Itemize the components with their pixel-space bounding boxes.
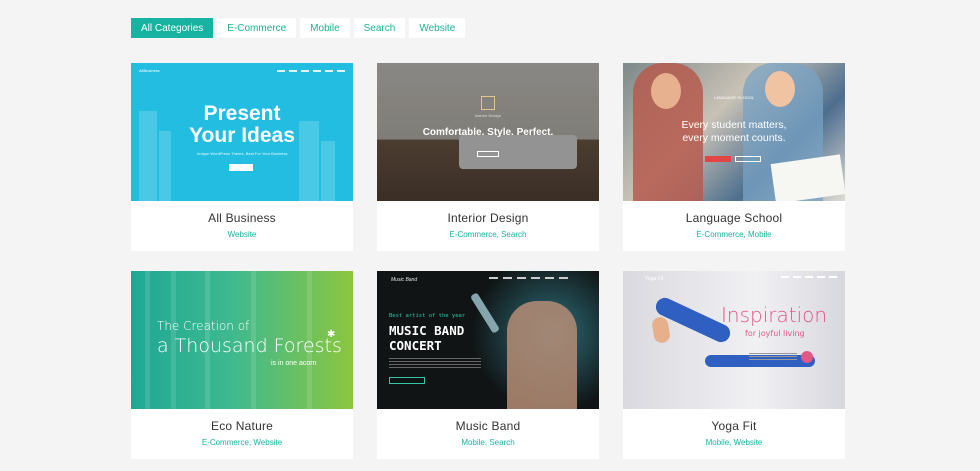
filter-website[interactable]: Website [409,18,466,38]
filter-mobile[interactable]: Mobile [300,18,350,38]
preview-headline-line: a Thousand Forests [157,335,342,357]
singer-shape [507,301,577,409]
preview-nav-links [489,277,568,279]
card-body: Language School E-Commerce, Mobile [623,201,845,251]
template-card-music-band[interactable]: Music Band Best artist of the year MUSIC… [377,271,599,459]
preview-headline: Comfortable. Style. Perfect. [422,127,554,138]
preview-nav [733,276,837,278]
template-card-language-school[interactable]: LANGUAGE SCHOOL Every student matters, e… [623,63,845,251]
template-card-interior-design[interactable]: Interior Design Comfortable. Style. Perf… [377,63,599,251]
preview-subtitle: for joyful living [745,329,805,338]
face-shape [765,71,795,107]
preview-description [749,353,797,361]
preview-headline: Present Your Ideas [131,103,353,147]
preview-description [389,358,481,368]
preview-kicker: Best artist of the year [389,313,466,319]
preview-nav-links [277,69,345,72]
category-filter-bar: All Categories E-Commerce Mobile Search … [131,18,466,38]
brand-logo-icon [481,96,495,110]
face-shape [651,73,681,109]
card-tags[interactable]: E-Commerce, Website [131,438,353,447]
preview-button [229,164,253,171]
preview-headline: Every student matters, every moment coun… [623,119,845,145]
card-title[interactable]: Interior Design [377,211,599,225]
card-title[interactable]: Music Band [377,419,599,433]
preview-logo: Music Band [391,277,418,283]
card-body: Music Band Mobile, Search [377,409,599,459]
preview-brand: Interior Design [474,113,501,118]
template-thumbnail[interactable]: Interior Design Comfortable. Style. Perf… [377,63,599,201]
card-tags[interactable]: Website [131,230,353,239]
preview-headline: MUSIC BAND CONCERT [389,323,464,353]
preview-nav-links [781,276,837,278]
preview-subtitle: is in one acorn [271,360,317,367]
card-tags[interactable]: Mobile, Search [377,438,599,447]
card-body: Interior Design E-Commerce, Search [377,201,599,251]
card-title[interactable]: All Business [131,211,353,225]
filter-all-categories[interactable]: All Categories [131,18,214,38]
template-thumbnail[interactable]: The Creation of a Thousand Forests ✱ is … [131,271,353,409]
card-body: Yoga Fit Mobile, Website [623,409,845,459]
preview-button [477,151,499,157]
building-shape [321,141,335,201]
card-title[interactable]: Yoga Fit [623,419,845,433]
preview-headline-line: Present [203,102,281,125]
preview-button [735,156,761,162]
preview-button [705,156,731,162]
preview-headline-line: MUSIC BAND [389,323,465,338]
play-button-icon [801,351,813,363]
preview-subtitle: Unique WordPress Theme, Best For Your Bu… [196,151,288,156]
preview-button [389,377,425,384]
template-card-all-business[interactable]: AllBusiness Present Your Ideas Unique Wo… [131,63,353,251]
preview-headline: Inspiration [721,303,828,327]
template-thumbnail[interactable]: Yoga Fit Inspiration for joyful living [623,271,845,409]
card-title[interactable]: Eco Nature [131,419,353,433]
filter-e-commerce[interactable]: E-Commerce [217,18,297,38]
yoga-figure-shape [650,315,672,345]
template-thumbnail[interactable]: AllBusiness Present Your Ideas Unique Wo… [131,63,353,201]
template-thumbnail[interactable]: Music Band Best artist of the year MUSIC… [377,271,599,409]
card-tags[interactable]: E-Commerce, Mobile [623,230,845,239]
card-tags[interactable]: Mobile, Website [623,438,845,447]
preview-logo: Yoga Fit [645,276,664,282]
preview-headline-line: every moment counts. [682,132,786,144]
preview-headline-line: Your Ideas [189,124,295,147]
preview-headline-line: CONCERT [389,338,442,353]
card-tags[interactable]: E-Commerce, Search [377,230,599,239]
tree-shape [145,271,150,409]
preview-headline-line: The Creation of [157,319,250,333]
template-card-yoga-fit[interactable]: Yoga Fit Inspiration for joyful living Y… [623,271,845,459]
template-card-eco-nature[interactable]: The Creation of a Thousand Forests ✱ is … [131,271,353,459]
template-thumbnail[interactable]: LANGUAGE SCHOOL Every student matters, e… [623,63,845,201]
filter-search[interactable]: Search [353,18,406,38]
card-title[interactable]: Language School [623,211,845,225]
preview-kicker: LANGUAGE SCHOOL [713,95,755,100]
preview-headline-line: Every student matters, [681,119,787,131]
preview-logo: AllBusiness [139,68,160,73]
asterisk-icon: ✱ [327,329,336,340]
card-body: Eco Nature E-Commerce, Website [131,409,353,459]
preview-nav: AllBusiness [139,68,345,73]
card-body: All Business Website [131,201,353,251]
